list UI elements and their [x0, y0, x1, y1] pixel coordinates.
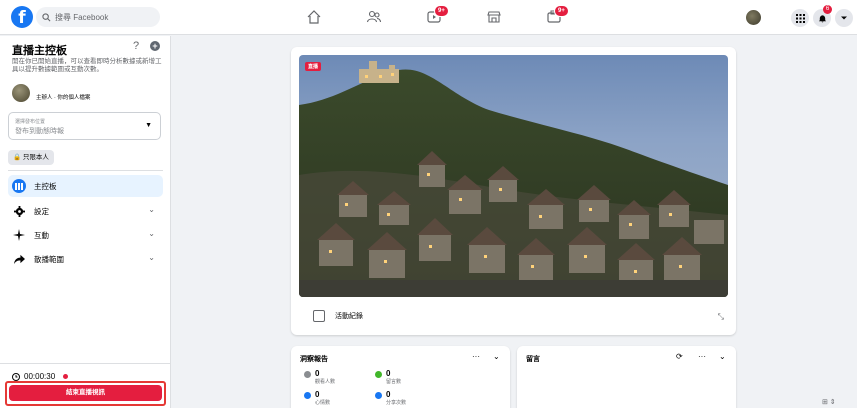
sidebar-item-distribution[interactable]: 散播範圍 ⌄: [8, 248, 163, 270]
more-options-icon[interactable]: ···: [698, 352, 706, 361]
gear-icon: [12, 204, 26, 218]
divider: [8, 170, 163, 171]
gaming-badge: 9+: [554, 5, 569, 17]
activity-log-label: 活動紀錄: [335, 313, 363, 320]
live-video-preview[interactable]: 直播: [299, 55, 728, 297]
caret-down-icon: [841, 16, 847, 20]
insights-card: 洞察報告 ··· ⌄ 0 觀看人數 0 留言數 0 心情數 0 分享次數: [291, 346, 510, 408]
stat-reactions: 0 心情數: [304, 390, 330, 406]
chevron-down-icon: ⌄: [148, 205, 155, 214]
viewers-icon: [304, 371, 311, 378]
layout-toggle-icon[interactable]: ⊞ ⇕: [822, 398, 836, 406]
marketplace-icon[interactable]: [484, 8, 504, 26]
caret-down-icon: ▼: [145, 122, 152, 129]
search-input[interactable]: 搜尋 Facebook: [36, 7, 160, 27]
end-live-video-button[interactable]: 結束直播視訊: [9, 385, 162, 401]
chevron-down-icon[interactable]: ⌄: [719, 352, 726, 361]
home-icon[interactable]: [304, 8, 324, 26]
sidebar-item-label: 互動: [34, 230, 49, 240]
sidebar-item-label: 主控板: [34, 181, 57, 191]
stat-label: 心情數: [315, 400, 331, 406]
help-icon[interactable]: ?: [133, 40, 139, 52]
top-navbar: f 搜尋 Facebook 9+ 9+ 6: [0, 0, 857, 35]
privacy-button[interactable]: 🔒 只限本人: [8, 150, 54, 165]
stat-value: 0: [315, 390, 320, 399]
grid-icon: [795, 13, 805, 23]
comments-title: 留言: [526, 356, 540, 363]
search-placeholder: 搜尋 Facebook: [55, 12, 109, 22]
comments-icon: [375, 371, 382, 378]
watch-badge: 9+: [434, 5, 449, 17]
clock-icon: [12, 372, 20, 381]
notifications-badge: 6: [823, 5, 832, 14]
refresh-icon[interactable]: ⟳: [676, 352, 683, 361]
live-tag: 直播: [305, 62, 322, 71]
sidebar-item-settings[interactable]: 設定 ⌄: [8, 200, 163, 222]
chevron-down-icon: ⌄: [148, 253, 155, 262]
timer-value: 00:00:30: [24, 372, 56, 381]
insights-title: 洞察報告: [300, 356, 328, 363]
select-label: 選擇發布位置: [15, 119, 46, 125]
stat-value: 0: [386, 390, 391, 399]
host-avatar: [12, 84, 30, 102]
comments-card: 留言 ⟳ ··· ⌄: [517, 346, 736, 408]
stat-comments: 0 留言數: [375, 369, 401, 385]
stat-shares: 0 分享次數: [375, 390, 406, 406]
friends-icon[interactable]: [364, 8, 384, 26]
town-at-dusk-image: [299, 55, 728, 297]
gaming-icon[interactable]: 9+: [544, 5, 569, 26]
sidebar-item-label: 設定: [34, 206, 49, 216]
facebook-logo-icon[interactable]: f: [11, 6, 33, 28]
reactions-icon: [304, 392, 311, 399]
stat-label: 觀看人數: [315, 379, 336, 385]
stat-label: 分享次數: [386, 400, 407, 406]
page-title: 直播主控板: [12, 45, 67, 57]
dashboard-icon: [12, 179, 26, 193]
recording-dot-icon: [63, 374, 69, 379]
stat-value: 0: [386, 369, 391, 378]
live-timer: 00:00:30: [12, 372, 69, 381]
live-producer-sidebar: 直播主控板 ? + 開在你已開始直播，可以查看即時分析數據或新增工具以提升數據範…: [0, 36, 171, 408]
divider: [0, 363, 171, 364]
notifications-button[interactable]: 6: [813, 5, 832, 27]
account-menu-button[interactable]: [835, 9, 853, 27]
sparkle-icon: [12, 228, 26, 242]
stat-label: 留言數: [386, 379, 402, 385]
expand-icon[interactable]: ⤡: [718, 312, 724, 322]
add-icon[interactable]: +: [150, 41, 160, 51]
sidebar-item-label: 散播範圍: [34, 254, 64, 264]
sidebar-description: 開在你已開始直播，可以查看即時分析數據或新增工具以提升數據範圍或互動次數。: [12, 58, 162, 73]
sidebar-item-interaction[interactable]: 互動 ⌄: [8, 224, 163, 246]
post-location-select[interactable]: 選擇發布位置 發布到動態時報 ▼: [8, 112, 161, 140]
watch-icon[interactable]: 9+: [424, 5, 449, 26]
share-arrow-icon: [12, 252, 26, 266]
bell-icon: [818, 14, 826, 22]
shares-icon: [375, 392, 382, 399]
stat-value: 0: [315, 369, 320, 378]
video-preview-card: 直播 活動紀錄 ⤡: [291, 47, 736, 335]
chevron-down-icon: ⌄: [148, 229, 155, 238]
select-value: 發布到動態時報: [15, 128, 64, 135]
search-icon: [42, 12, 51, 21]
more-options-icon[interactable]: ···: [472, 352, 480, 361]
stat-viewers: 0 觀看人數: [304, 369, 335, 385]
profile-avatar[interactable]: [746, 10, 761, 25]
activity-log-button[interactable]: 活動紀錄: [313, 310, 363, 322]
menu-grid-button[interactable]: [791, 9, 809, 27]
activity-log-icon: [313, 310, 325, 322]
host-label: 主辦人 · 你的個人檔案: [36, 95, 91, 101]
sidebar-item-dashboard[interactable]: 主控板: [8, 175, 163, 197]
chevron-down-icon[interactable]: ⌄: [493, 352, 500, 361]
